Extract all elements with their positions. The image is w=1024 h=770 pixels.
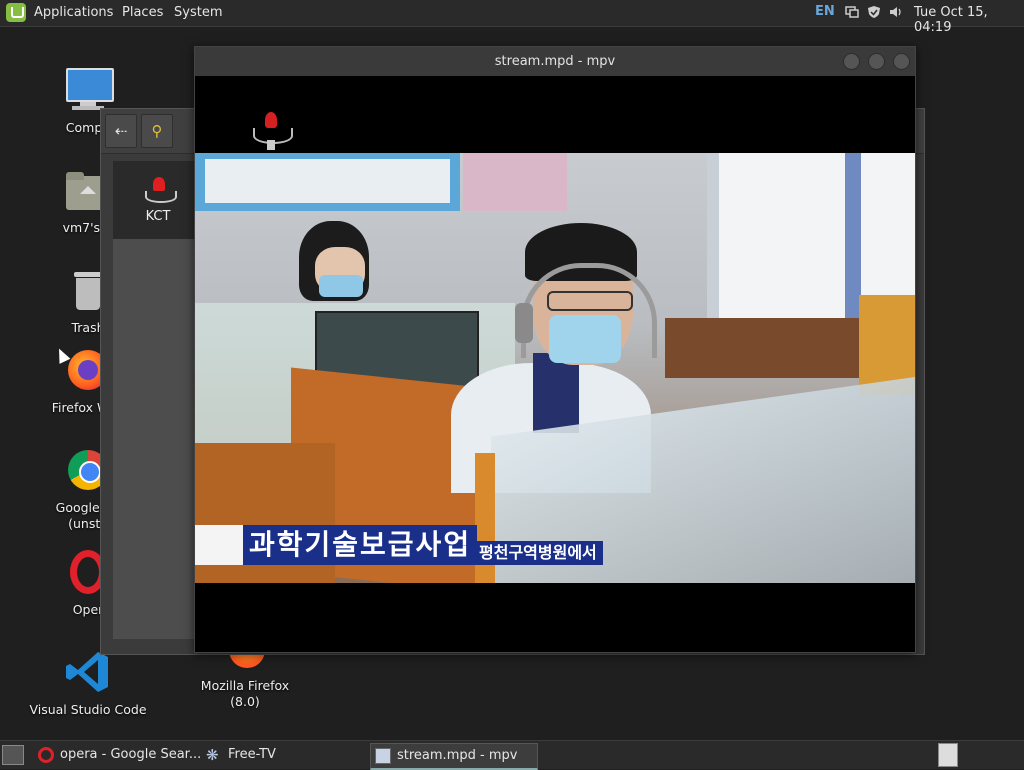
caption-accent bbox=[195, 525, 245, 565]
channel-label: KCT bbox=[145, 209, 171, 224]
channel-logo-icon bbox=[143, 175, 177, 205]
window-title: stream.mpd - mpv bbox=[494, 54, 616, 69]
opera-icon bbox=[38, 747, 54, 763]
tv-icon: ❋ bbox=[206, 746, 219, 764]
window-icon bbox=[375, 748, 391, 764]
desktop-icon-vscode[interactable]: Visual Studio Code bbox=[28, 648, 148, 718]
vscode-icon bbox=[64, 648, 112, 696]
news-caption-title: 과학기술보급사업 bbox=[243, 525, 478, 565]
desktop-icon-label: Mozilla Firefox (8.0) bbox=[200, 678, 290, 709]
shield-icon[interactable] bbox=[867, 5, 881, 19]
headset-earcup bbox=[515, 303, 533, 343]
search-button[interactable]: ⚲ bbox=[141, 114, 173, 148]
taskbar-item-label: stream.mpd - mpv bbox=[397, 748, 518, 763]
network-icon[interactable] bbox=[845, 5, 859, 19]
headset bbox=[521, 263, 657, 358]
mint-menu-icon[interactable] bbox=[6, 3, 26, 22]
taskbar-item-label: opera - Google Sear... bbox=[60, 747, 202, 762]
menu-places[interactable]: Places bbox=[122, 5, 163, 20]
keyboard-layout-indicator[interactable]: EN bbox=[815, 4, 835, 19]
workspace-switcher-icon[interactable] bbox=[938, 743, 958, 767]
mpv-titlebar[interactable]: stream.mpd - mpv bbox=[195, 47, 915, 77]
video-frame: 과학기술보급사업 평천구역병원에서 bbox=[195, 153, 915, 583]
taskbar-item-freetv[interactable]: ❋ Free-TV bbox=[202, 743, 388, 767]
back-button[interactable]: ⇠ bbox=[105, 114, 137, 148]
wall-poster bbox=[463, 153, 567, 211]
window-frame bbox=[707, 153, 719, 318]
computer-icon bbox=[64, 66, 114, 114]
taskbar-item-mpv[interactable]: stream.mpd - mpv bbox=[370, 743, 538, 770]
window-frame bbox=[845, 153, 861, 318]
window-blinds bbox=[707, 153, 915, 318]
back-arrow-icon: ⇠ bbox=[114, 122, 128, 140]
mpv-window[interactable]: stream.mpd - mpv 과학기술보급사업 평천구역병원에서 bbox=[194, 46, 916, 653]
minimize-button[interactable] bbox=[843, 53, 860, 70]
taskbar: opera - Google Sear... ❋ Free-TV stream.… bbox=[0, 740, 1024, 770]
taskbar-item-opera[interactable]: opera - Google Sear... bbox=[34, 743, 220, 767]
person-shirt bbox=[533, 353, 579, 433]
top-panel: Applications Places System EN Tue Oct 15… bbox=[0, 0, 1024, 35]
maximize-button[interactable] bbox=[868, 53, 885, 70]
menu-applications[interactable]: Applications bbox=[34, 5, 113, 20]
taskbar-item-label: Free-TV bbox=[228, 747, 276, 762]
close-button[interactable] bbox=[893, 53, 910, 70]
news-caption-subtitle: 평천구역병원에서 bbox=[473, 541, 603, 565]
video-surface[interactable]: 과학기술보급사업 평천구역병원에서 bbox=[195, 76, 915, 652]
clock[interactable]: Tue Oct 15, 04:19 bbox=[914, 5, 1024, 35]
broadcaster-logo bbox=[251, 110, 293, 154]
wall-poster-panel bbox=[205, 159, 450, 203]
desktop-icon-firefox-8[interactable]: Mozilla Firefox (8.0) bbox=[184, 648, 306, 710]
search-icon: ⚲ bbox=[151, 122, 163, 140]
face-mask bbox=[319, 275, 363, 297]
desktop-icon-label: Visual Studio Code bbox=[29, 702, 147, 717]
show-desktop-icon[interactable] bbox=[2, 745, 24, 765]
volume-icon[interactable] bbox=[889, 5, 903, 19]
menu-system[interactable]: System bbox=[174, 5, 222, 20]
channel-item-kct[interactable]: KCT bbox=[113, 161, 203, 239]
